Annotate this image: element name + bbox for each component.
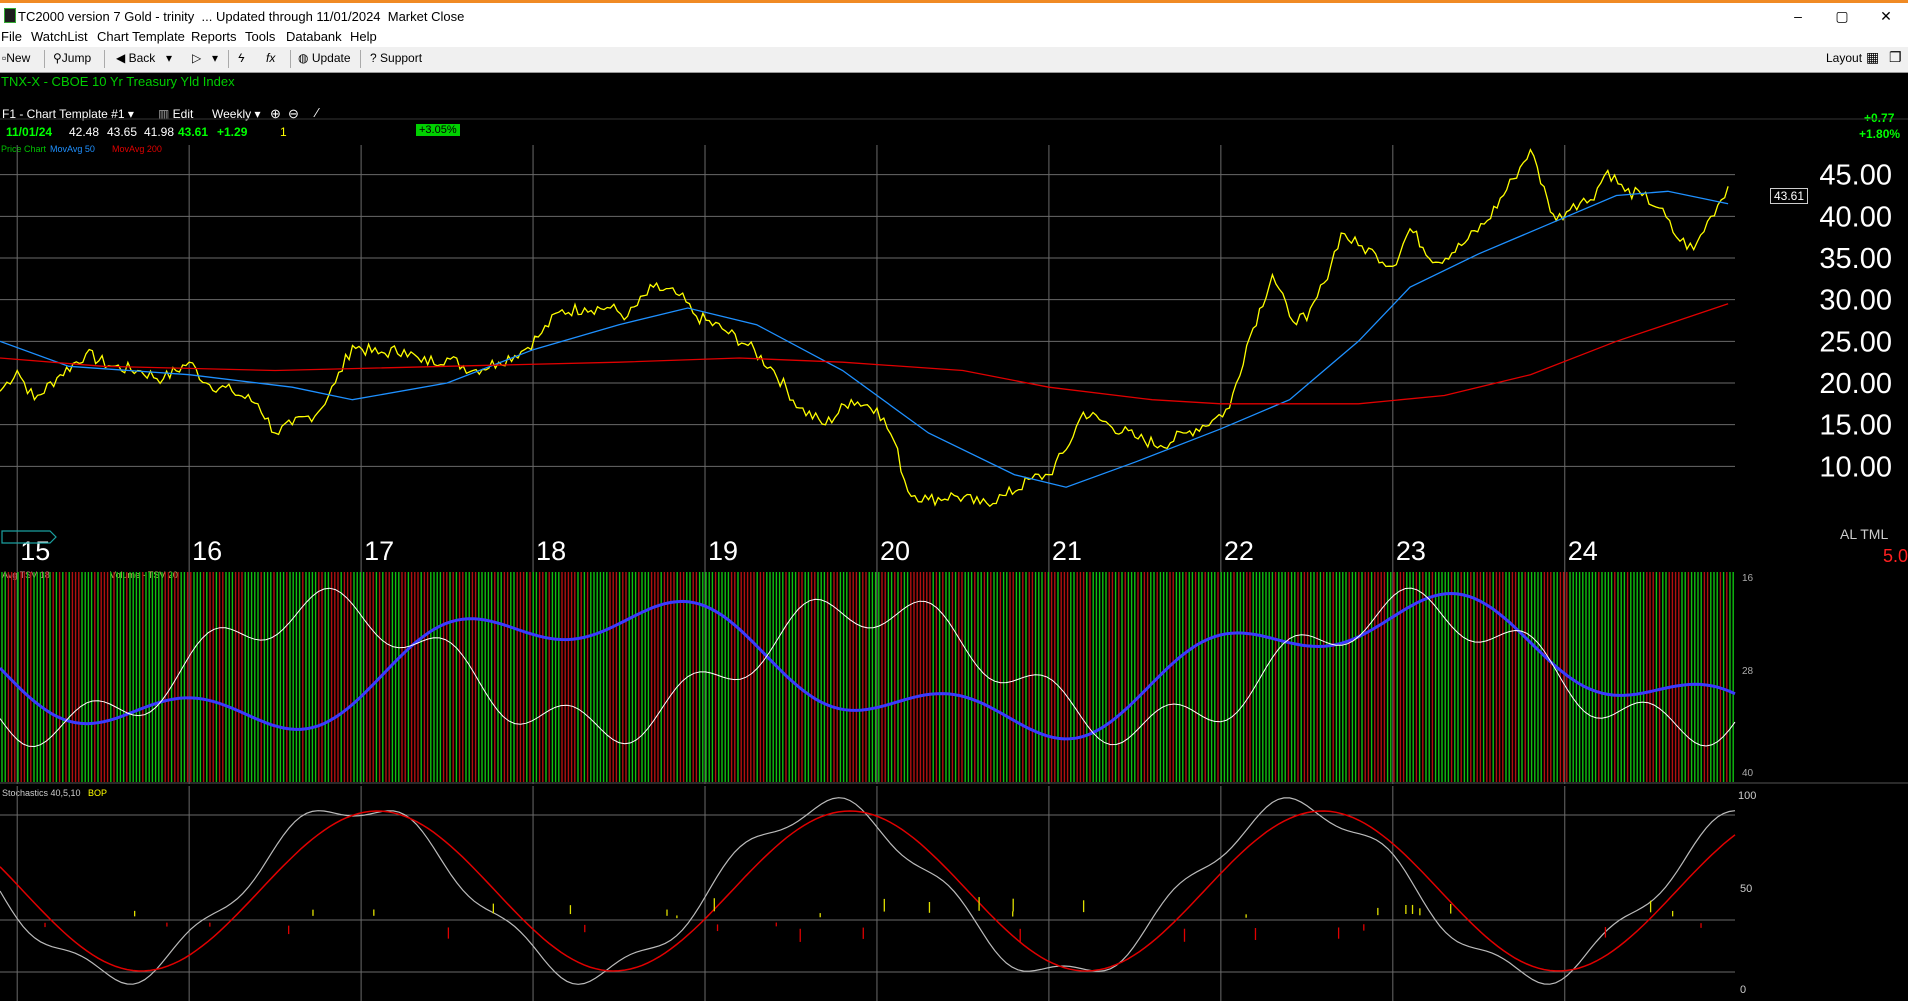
back-dropdown-icon[interactable]: ▾ (166, 51, 172, 65)
back-button[interactable]: ◀ Back (116, 51, 155, 65)
toolbar-separator (228, 50, 229, 68)
app-icon (4, 8, 16, 23)
y-tick-label: 45.00 (1819, 160, 1892, 192)
window-icon[interactable]: ❐ (1889, 49, 1902, 66)
stochastics-slow-line (0, 810, 1736, 972)
volume-indicator-pane[interactable] (0, 568, 1908, 784)
draw-tool-icon[interactable]: ϟ (238, 51, 244, 65)
x-tick-label: 23 (1396, 536, 1426, 566)
y-tick-label: 40.00 (1819, 201, 1892, 233)
layout-icon[interactable]: ▦ (1866, 49, 1879, 66)
series-line-movavg-200 (0, 303, 1729, 405)
y-tick-label: 15.00 (1819, 410, 1892, 442)
support-icon: ? (370, 51, 381, 65)
x-tick-label: 22 (1224, 536, 1254, 566)
menu-tools[interactable]: Tools (245, 29, 275, 44)
maximize-button[interactable]: ▢ (1820, 5, 1864, 27)
y-tick-label: 10.00 (1819, 451, 1892, 483)
forward-button[interactable]: ▷ (192, 51, 201, 65)
y-tick-label: 35.00 (1819, 243, 1892, 275)
tsv-average-line (0, 591, 1736, 741)
x-tick-label: 21 (1052, 536, 1082, 566)
new-button[interactable]: ▫New (2, 51, 30, 65)
forward-dropdown-icon[interactable]: ▾ (212, 51, 218, 65)
menu-watchlist[interactable]: WatchList (31, 29, 88, 44)
price-chart-pane[interactable]: 45.00 40.00 35.00 30.00 25.00 20.00 15.00 10.00… (0, 73, 1908, 568)
stochastics-indicator-pane[interactable] (0, 786, 1908, 1001)
x-tick-label: 15 (20, 536, 50, 566)
menu-chart-template[interactable]: Chart Template (97, 29, 185, 44)
toolbar-separator (104, 50, 105, 68)
tsv-line (0, 587, 1736, 748)
back-arrow-icon: ◀ (116, 51, 129, 65)
jump-button[interactable]: ⚲Jump (53, 51, 91, 65)
x-tick-label: 18 (536, 536, 566, 566)
menu-file[interactable]: File (1, 29, 22, 44)
support-button[interactable]: ? Support (370, 51, 422, 65)
toolbar: ▫New ⚲Jump ◀ Back ▾ ▷ ▾ ϟ fx ◍ Update ? … (0, 47, 1908, 73)
globe-icon: ◍ (298, 51, 312, 65)
update-button[interactable]: ◍ Update (298, 51, 351, 65)
x-tick-label: 17 (364, 536, 394, 566)
menu-databank[interactable]: Databank (286, 29, 342, 44)
layout-button[interactable]: Layout (1826, 51, 1862, 65)
minimize-button[interactable]: – (1776, 5, 1820, 27)
menu-help[interactable]: Help (350, 29, 377, 44)
x-tick-label: 19 (708, 536, 738, 566)
close-button[interactable]: ✕ (1864, 5, 1908, 27)
binoculars-icon: ⚲ (53, 51, 62, 65)
x-tick-label: 16 (192, 536, 222, 566)
y-tick-label: 20.00 (1819, 368, 1892, 400)
y-tick-label: 30.00 (1819, 285, 1892, 317)
x-tick-label: 24 (1568, 536, 1598, 566)
menu-reports[interactable]: Reports (191, 29, 237, 44)
menu-bar: File WatchList Chart Template Reports To… (0, 27, 1908, 47)
toolbar-separator (290, 50, 291, 68)
y-tick-label: 25.00 (1819, 326, 1892, 358)
series-line-price-chart (0, 148, 1729, 508)
window-title: TC2000 version 7 Gold - trinity ... Upda… (18, 9, 465, 24)
toolbar-separator (360, 50, 361, 68)
x-tick-label: 20 (880, 536, 910, 566)
title-bar: TC2000 version 7 Gold - trinity ... Upda… (0, 0, 1908, 27)
toolbar-separator (44, 50, 45, 68)
formula-icon[interactable]: fx (266, 51, 275, 65)
